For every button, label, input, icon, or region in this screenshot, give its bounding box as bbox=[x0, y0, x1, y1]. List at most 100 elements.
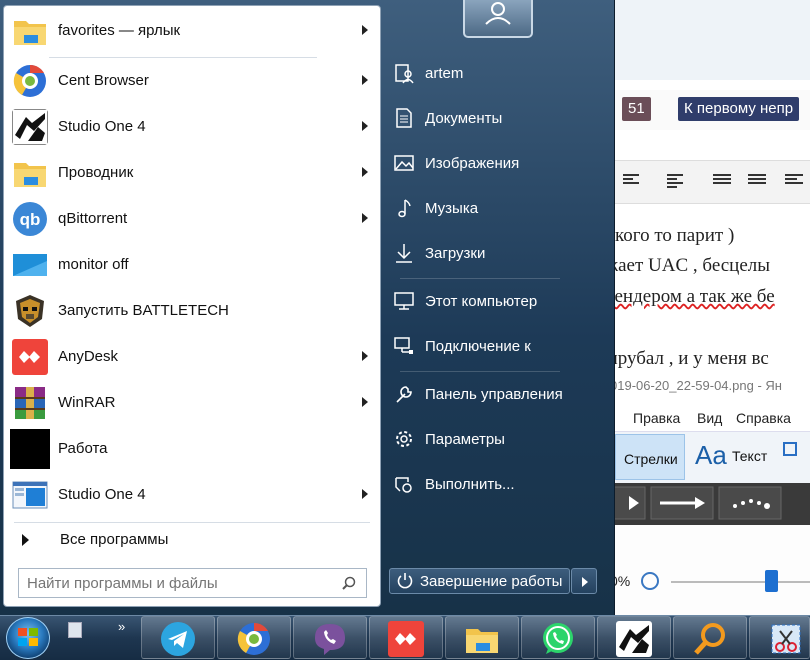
program-studio-one[interactable]: Studio One 4 bbox=[9, 105, 377, 149]
program-label: AnyDesk bbox=[58, 348, 119, 365]
arrow-styles bbox=[605, 483, 810, 525]
right-item-label: Музыка bbox=[425, 200, 479, 217]
program-label: Работа bbox=[58, 440, 108, 457]
quick-launch-overflow[interactable]: » bbox=[118, 619, 125, 634]
shutdown-label: Завершение работы bbox=[420, 573, 563, 590]
submenu-arrow-icon[interactable] bbox=[362, 25, 368, 35]
program-label: WinRAR bbox=[58, 394, 116, 411]
all-programs-button[interactable]: Все программы bbox=[9, 526, 377, 554]
count-badge[interactable]: 51 bbox=[622, 97, 651, 121]
quick-launch-file-icon[interactable] bbox=[68, 622, 82, 638]
bullet-list-icon[interactable] bbox=[713, 172, 733, 188]
program-anydesk[interactable]: AnyDesk bbox=[9, 335, 377, 379]
program-monitor-off[interactable]: monitor off bbox=[9, 243, 377, 287]
image-filename: 019-06-20_22-59-04.png - Ян bbox=[610, 378, 782, 393]
start-button[interactable] bbox=[6, 617, 50, 659]
taskbar-studio-one[interactable] bbox=[597, 616, 671, 659]
viber-icon bbox=[315, 624, 345, 655]
user-avatar[interactable] bbox=[463, 0, 533, 38]
program-cent-browser[interactable]: Cent Browser bbox=[9, 59, 377, 103]
program-label: Проводник bbox=[58, 164, 134, 181]
search-box[interactable] bbox=[18, 568, 367, 598]
submenu-arrow-icon[interactable] bbox=[362, 213, 368, 223]
right-item-settings[interactable]: Параметры bbox=[390, 423, 610, 457]
submenu-arrow-icon[interactable] bbox=[362, 397, 368, 407]
separator bbox=[400, 371, 560, 372]
shapes-tool-icon[interactable] bbox=[783, 442, 797, 456]
right-item-label: Изображения bbox=[425, 155, 520, 172]
right-item-connect[interactable]: Подключение к bbox=[390, 330, 610, 364]
indent-icon[interactable] bbox=[785, 172, 805, 188]
taskbar-anydesk[interactable] bbox=[369, 616, 443, 659]
submenu-arrow-icon[interactable] bbox=[362, 121, 368, 131]
search-icon[interactable] bbox=[342, 576, 356, 590]
folder-icon bbox=[14, 163, 46, 187]
right-item-documents[interactable]: Документы bbox=[390, 102, 610, 136]
program-label: Запустить BATTLETECH bbox=[58, 302, 229, 319]
right-item-run[interactable]: Выполнить... bbox=[390, 468, 610, 502]
taskbar-viber[interactable] bbox=[293, 616, 367, 659]
right-item-this-pc[interactable]: Этот компьютер bbox=[390, 285, 610, 319]
right-item-music[interactable]: Музыка bbox=[390, 192, 610, 226]
shutdown-button[interactable]: Завершение работы bbox=[389, 568, 570, 594]
document-icon bbox=[396, 108, 412, 128]
shutdown-options-button[interactable] bbox=[571, 568, 597, 594]
submenu-arrow-icon[interactable] bbox=[362, 167, 368, 177]
program-rabota[interactable]: Работа bbox=[9, 427, 377, 471]
taskbar-whatsapp[interactable] bbox=[521, 616, 595, 659]
search-input[interactable] bbox=[21, 571, 331, 595]
align-left-icon[interactable] bbox=[667, 172, 687, 188]
computer-icon bbox=[394, 292, 414, 310]
right-item-label: Этот компьютер bbox=[425, 293, 538, 310]
taskbar-search-app[interactable] bbox=[673, 616, 747, 659]
program-favorites[interactable]: favorites — ярлык bbox=[9, 9, 377, 58]
text-tool-icon[interactable]: Aa bbox=[695, 440, 727, 471]
arrows-tool[interactable]: Стрелки bbox=[615, 434, 685, 480]
search-app-icon bbox=[694, 623, 725, 655]
submenu-arrow-icon[interactable] bbox=[362, 489, 368, 499]
windows-logo-icon bbox=[18, 628, 38, 646]
submenu-arrow-icon[interactable] bbox=[362, 75, 368, 85]
zoom-slider-handle[interactable] bbox=[765, 570, 778, 592]
right-item-downloads[interactable]: Загрузки bbox=[390, 237, 610, 271]
taskbar-telegram[interactable] bbox=[141, 616, 215, 659]
program-label: Studio One 4 bbox=[58, 486, 146, 503]
program-qbittorrent[interactable]: qb qBittorrent bbox=[9, 197, 377, 241]
user-folder-icon bbox=[395, 64, 414, 84]
download-icon bbox=[396, 244, 412, 263]
background-window: 51 К первому непр кого то парит ) жает U… bbox=[605, 0, 810, 615]
taskbar-snipping-tool[interactable] bbox=[749, 616, 810, 659]
zoom-bar: 0% bbox=[605, 525, 810, 615]
folder-icon bbox=[14, 21, 46, 45]
studio-one-icon bbox=[12, 109, 48, 145]
arrows-tool-label: Стрелки bbox=[624, 451, 678, 467]
arrow-style-icons[interactable] bbox=[605, 483, 810, 525]
right-item-artem[interactable]: artem bbox=[390, 57, 610, 91]
program-battletech[interactable]: Запустить BATTLETECH bbox=[9, 289, 377, 333]
text-tool-label[interactable]: Текст bbox=[732, 448, 767, 464]
editor-line: жает UAC , бесцелы bbox=[605, 255, 771, 276]
program-winrar[interactable]: WinRAR bbox=[9, 381, 377, 425]
menu-edit[interactable]: Правка bbox=[633, 410, 680, 426]
program-explorer[interactable]: Проводник bbox=[9, 151, 377, 195]
arrow-right-icon bbox=[22, 534, 29, 546]
anydesk-icon bbox=[12, 339, 48, 375]
zoom-out-icon[interactable] bbox=[641, 572, 659, 590]
program-list-pane: favorites — ярлык Cent Browser Studio On… bbox=[3, 5, 381, 607]
winrar-icon bbox=[15, 387, 45, 419]
first-unread-link[interactable]: К первому непр bbox=[678, 97, 800, 121]
menu-view[interactable]: Вид bbox=[697, 410, 722, 426]
submenu-arrow-icon[interactable] bbox=[362, 351, 368, 361]
numbered-list-icon[interactable] bbox=[748, 172, 768, 188]
zoom-slider[interactable] bbox=[671, 581, 810, 583]
unlink-icon[interactable] bbox=[623, 172, 643, 188]
program-studio-one-2[interactable]: Studio One 4 bbox=[9, 473, 377, 517]
editor-line: ырубал , и у меня вс bbox=[605, 348, 769, 369]
taskbar-cent-browser[interactable] bbox=[217, 616, 291, 659]
menu-help[interactable]: Справка bbox=[736, 410, 791, 426]
editor-line: рендером а так же бе bbox=[605, 286, 775, 307]
taskbar-explorer[interactable] bbox=[445, 616, 519, 659]
right-item-pictures[interactable]: Изображения bbox=[390, 147, 610, 181]
right-item-control-panel[interactable]: Панель управления bbox=[390, 378, 610, 412]
app-menubar: Правка Вид Справка bbox=[605, 405, 810, 431]
